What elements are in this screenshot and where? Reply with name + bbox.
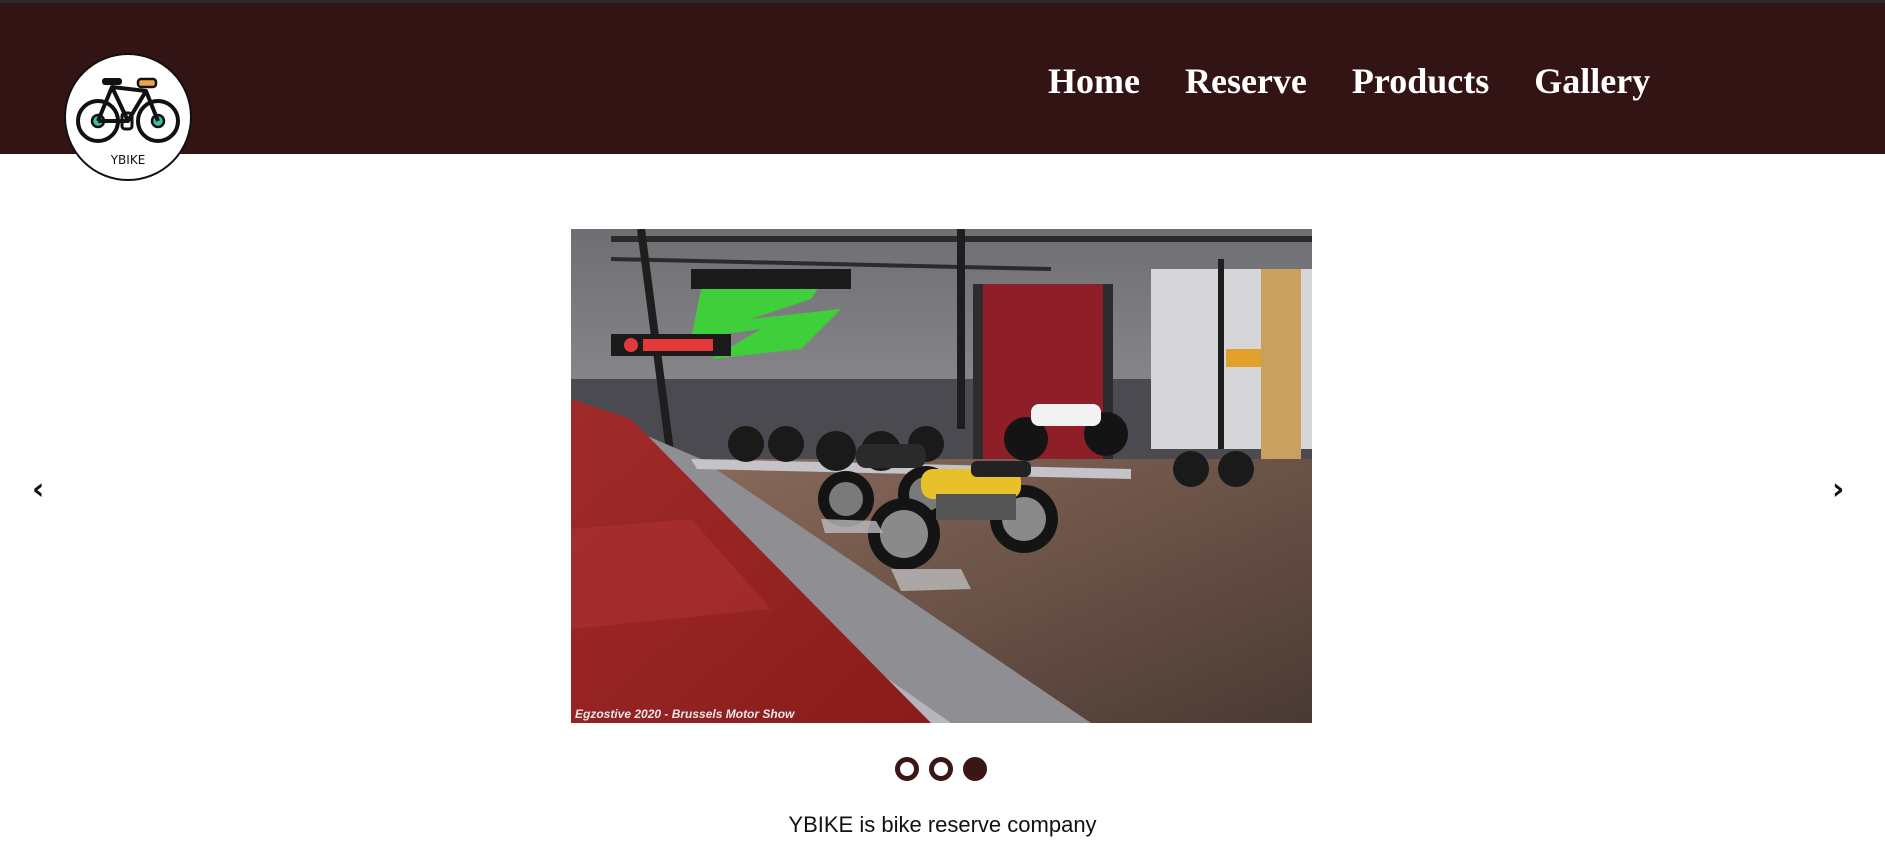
slide-dot-3[interactable] — [963, 757, 987, 781]
next-slide-button[interactable]: › — [1832, 470, 1844, 510]
site-header: Home Reserve Products Gallery — [0, 3, 1885, 154]
motorcycle-showroom-photo — [571, 229, 1312, 723]
nav-home[interactable]: Home — [1048, 59, 1140, 103]
brand-logo[interactable]: YBIKE — [64, 53, 192, 181]
logo-text: YBIKE — [110, 153, 146, 167]
company-tagline: YBIKE is bike reserve company — [788, 812, 1097, 837]
slide-dot-1[interactable] — [895, 757, 919, 781]
nav-products[interactable]: Products — [1352, 59, 1489, 103]
slide-dot-2[interactable] — [929, 757, 953, 781]
prev-slide-button[interactable]: ‹ — [32, 470, 44, 510]
main-nav: Home Reserve Products Gallery — [1048, 59, 1650, 103]
nav-gallery[interactable]: Gallery — [1534, 59, 1650, 103]
nav-reserve[interactable]: Reserve — [1185, 59, 1307, 103]
slide-indicators — [895, 757, 987, 781]
slide-image: Egzostive 2020 - Brussels Motor Show — [571, 229, 1312, 723]
image-credit: Egzostive 2020 - Brussels Motor Show — [575, 707, 795, 721]
bicycle-icon — [76, 77, 180, 143]
